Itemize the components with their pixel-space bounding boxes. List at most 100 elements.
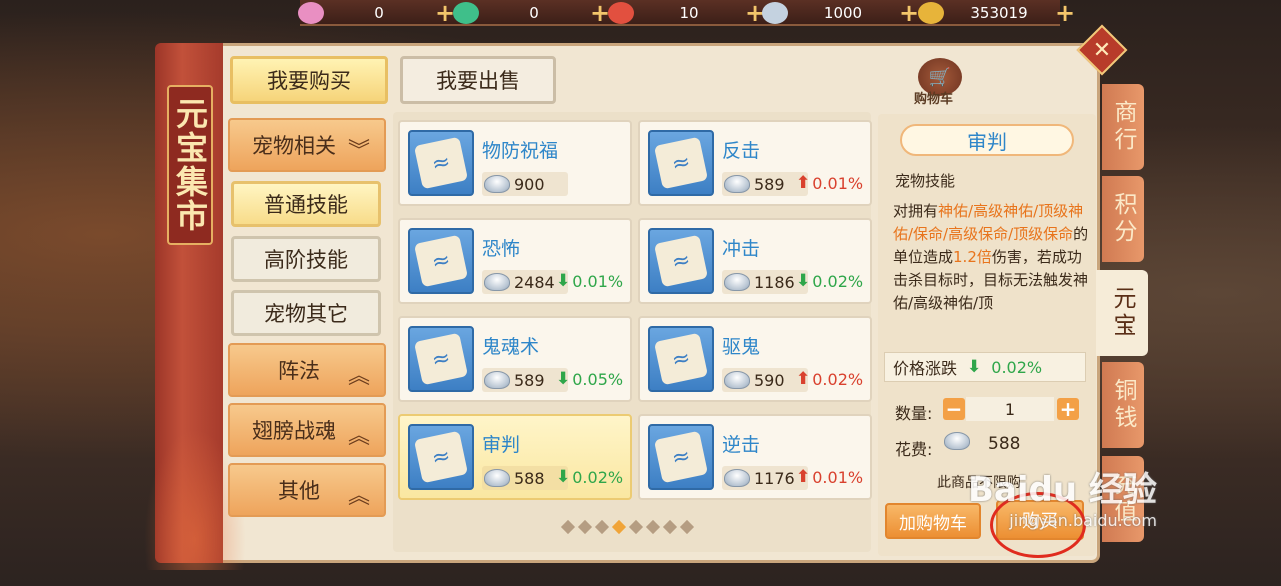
item-name: 物防祝福 (482, 140, 559, 162)
item-name: 逆击 (722, 434, 761, 456)
page-dot[interactable] (679, 519, 695, 535)
category-label: 其他 (278, 479, 320, 503)
quantity-plus-button[interactable]: + (1057, 398, 1079, 420)
quantity-input[interactable]: 1 (966, 397, 1054, 421)
price-value: 1176 (754, 468, 795, 488)
category-other[interactable]: 其他 ︽ (228, 463, 386, 517)
market-title: 元宝集市 (167, 85, 213, 245)
side-tab[interactable]: 元宝 (1096, 270, 1148, 356)
add-to-cart-button[interactable]: 加购物车 (885, 503, 981, 539)
change-value: 0.05% (572, 369, 624, 389)
side-tab-label: 商行 (1110, 100, 1136, 154)
skill-book-icon: ≈ (408, 424, 474, 490)
page-dot[interactable] (560, 519, 576, 535)
watermark-url: jingyan.baidu.com (1009, 511, 1157, 530)
change-value: 0.01% (572, 271, 624, 291)
item-name: 恐怖 (482, 238, 521, 260)
item-name: 审判 (482, 434, 521, 456)
change-value: 0.02% (572, 467, 624, 487)
chevron-up-icon: ︽ (347, 364, 370, 389)
price-value: 588 (514, 468, 545, 488)
price-change: ⬆ 0.01% (796, 173, 863, 193)
page-dot[interactable] (628, 519, 644, 535)
resource-value: 0 (529, 4, 539, 22)
cost-label: 花费: (895, 440, 933, 459)
resource-item: 0 + (298, 0, 456, 26)
category-label: 翅膀战魂 (252, 419, 336, 443)
silver-ingot-icon (762, 2, 788, 24)
price-value: 589 (514, 370, 545, 390)
item-name: 冲击 (722, 238, 761, 260)
chevron-up-icon: ︽ (347, 424, 370, 449)
page-dot[interactable] (611, 519, 627, 535)
price-change: ⬇ 0.02% (796, 271, 863, 291)
side-tab-label: 铜钱 (1110, 378, 1136, 432)
item-name: 鬼魂术 (482, 336, 540, 358)
resource-value: 1000 (823, 4, 863, 22)
add-resource-button[interactable]: + (1054, 1, 1076, 25)
skill-book-icon: ≈ (648, 326, 714, 392)
side-tab-label: 积分 (1110, 192, 1136, 246)
add-resource-button[interactable]: + (898, 1, 920, 25)
subcategory-normal-skill[interactable]: 普通技能 (231, 181, 381, 227)
cost-value: 588 (988, 434, 1021, 454)
category-wings[interactable]: 翅膀战魂 ︽ (228, 403, 386, 457)
price-value: 1186 (754, 272, 795, 292)
resource-value: 0 (374, 4, 384, 22)
item-card[interactable]: ≈ 鬼魂术 589 ⬇ 0.05% (398, 316, 632, 402)
silver-ingot-icon (484, 469, 510, 487)
price-trend: 价格涨跌 ⬇ 0.02% (884, 352, 1086, 382)
skill-book-icon: ≈ (408, 326, 474, 392)
close-icon[interactable]: ✕ (1084, 32, 1120, 68)
arrow-down-icon: ⬇ (967, 357, 982, 377)
cart-label: 购物车 (914, 92, 954, 107)
item-card[interactable]: ≈ 恐怖 2484 ⬇ 0.01% (398, 218, 632, 304)
page-dot[interactable] (577, 519, 593, 535)
item-card[interactable]: ≈ 逆击 1176 ⬆ 0.01% (638, 414, 872, 500)
silver-ingot-icon (484, 371, 510, 389)
quantity-minus-button[interactable]: − (943, 398, 965, 420)
silver-ingot-icon (724, 273, 750, 291)
watermark: Baidu 经验 jingyan.baidu.com (968, 462, 1157, 530)
change-value: 0.02% (812, 271, 864, 291)
arrow-up-icon: ⬆ (796, 173, 811, 193)
change-value: 0.01% (812, 467, 864, 487)
category-formation[interactable]: 阵法 ︽ (228, 343, 386, 397)
price-value: 590 (754, 370, 785, 390)
tab-sell[interactable]: 我要出售 (400, 56, 556, 104)
side-tab[interactable]: 商行 (1102, 84, 1144, 170)
silver-ingot-icon (484, 175, 510, 193)
silver-ingot-icon (724, 371, 750, 389)
detail-type: 宠物技能 (895, 172, 956, 190)
category-pet[interactable]: 宠物相关 ︾ (228, 118, 386, 172)
side-tab[interactable]: 积分 (1102, 176, 1144, 262)
page-indicator[interactable] (560, 519, 695, 535)
price-change: ⬇ 0.01% (556, 271, 623, 291)
page-dot[interactable] (662, 519, 678, 535)
page-dot[interactable] (594, 519, 610, 535)
item-card[interactable]: ≈ 审判 588 ⬇ 0.02% (398, 414, 632, 500)
subcategory-advanced-skill[interactable]: 高阶技能 (231, 236, 381, 282)
skill-book-icon: ≈ (648, 130, 714, 196)
side-tab[interactable]: 铜钱 (1102, 362, 1144, 448)
tab-buy[interactable]: 我要购买 (230, 56, 388, 104)
price-change: ⬆ 0.02% (796, 369, 863, 389)
price-change: ⬇ 0.05% (556, 369, 623, 389)
item-card[interactable]: ≈ 反击 589 ⬆ 0.01% (638, 120, 872, 206)
item-price: 900 (482, 172, 568, 196)
category-label: 宠物相关 (252, 134, 336, 158)
description-text: 对拥有 (893, 202, 939, 220)
item-card[interactable]: ≈ 驱鬼 590 ⬆ 0.02% (638, 316, 872, 402)
skill-book-icon: ≈ (408, 130, 474, 196)
silver-ingot-icon (724, 469, 750, 487)
category-label: 阵法 (278, 359, 320, 383)
change-value: 0.02% (812, 369, 864, 389)
subcategory-pet-other[interactable]: 宠物其它 (231, 290, 381, 336)
item-card[interactable]: ≈ 冲击 1186 ⬇ 0.02% (638, 218, 872, 304)
trend-label: 价格涨跌 (893, 359, 958, 378)
arrow-up-icon: ⬆ (796, 467, 811, 487)
chevron-down-icon: ︾ (347, 139, 370, 164)
page-dot[interactable] (645, 519, 661, 535)
arrow-down-icon: ⬇ (796, 271, 811, 291)
item-card[interactable]: ≈ 物防祝福 900 (398, 120, 632, 206)
